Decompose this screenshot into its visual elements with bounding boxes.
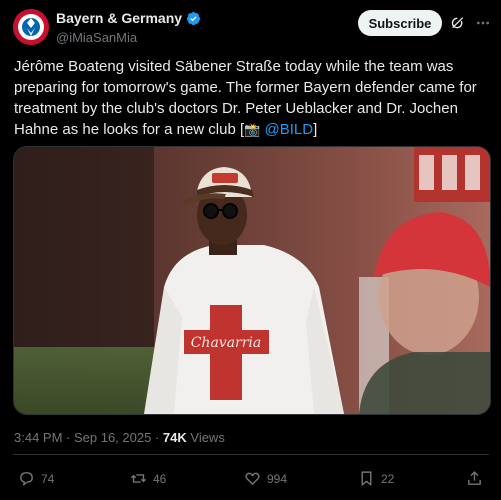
verified-badge-icon (187, 11, 201, 25)
mention-link[interactable]: @BILD (265, 121, 314, 138)
shirt-print-text: Chavarria (191, 335, 262, 351)
photo-scene: Chavarria (14, 147, 490, 414)
author-handle[interactable]: @iMiaSanMia (56, 30, 137, 45)
reply-count: 74 (41, 471, 55, 486)
tweet-text-end: ] (313, 121, 318, 138)
post-card: Bayern & Germany @iMiaSanMia Subscribe J… (0, 0, 501, 500)
tweet-photo[interactable]: Chavarria (13, 146, 491, 415)
like-button[interactable]: 994 (244, 470, 287, 487)
like-count: 994 (267, 471, 288, 486)
subscribe-button[interactable]: Subscribe (358, 10, 442, 36)
views-label: Views (186, 430, 225, 445)
like-icon (245, 472, 260, 485)
more-icon[interactable] (474, 15, 492, 31)
tweet-time[interactable]: 3:44 PM (14, 430, 62, 445)
camera-emoji: 📸 (244, 122, 261, 137)
author-display-name[interactable]: Bayern & Germany (56, 10, 182, 26)
bayern-logo-icon (13, 9, 49, 45)
reply-button[interactable]: 74 (18, 470, 54, 487)
share-button[interactable] (466, 470, 483, 487)
share-icon (468, 471, 481, 485)
meta-separator: · (62, 430, 74, 445)
avatar[interactable] (13, 9, 49, 45)
divider (13, 454, 489, 455)
bookmark-icon (361, 471, 372, 486)
tweet-date[interactable]: Sep 16, 2025 (74, 430, 151, 445)
author-name-row: Bayern & Germany (56, 10, 201, 26)
reply-icon (20, 472, 33, 486)
views-count: 74K (162, 430, 187, 445)
tweet-meta: 3:44 PM · Sep 16, 2025 · 74K Views (14, 430, 225, 445)
bookmark-count: 22 (381, 471, 395, 486)
meta-separator: · (151, 430, 163, 445)
tweet-text: Jérôme Boateng visited Säbener Straße to… (14, 56, 492, 140)
grok-icon[interactable] (450, 15, 466, 31)
repost-icon (130, 474, 147, 483)
repost-count: 46 (153, 471, 167, 486)
repost-button[interactable]: 46 (130, 470, 166, 487)
bookmark-button[interactable]: 22 (358, 470, 394, 487)
